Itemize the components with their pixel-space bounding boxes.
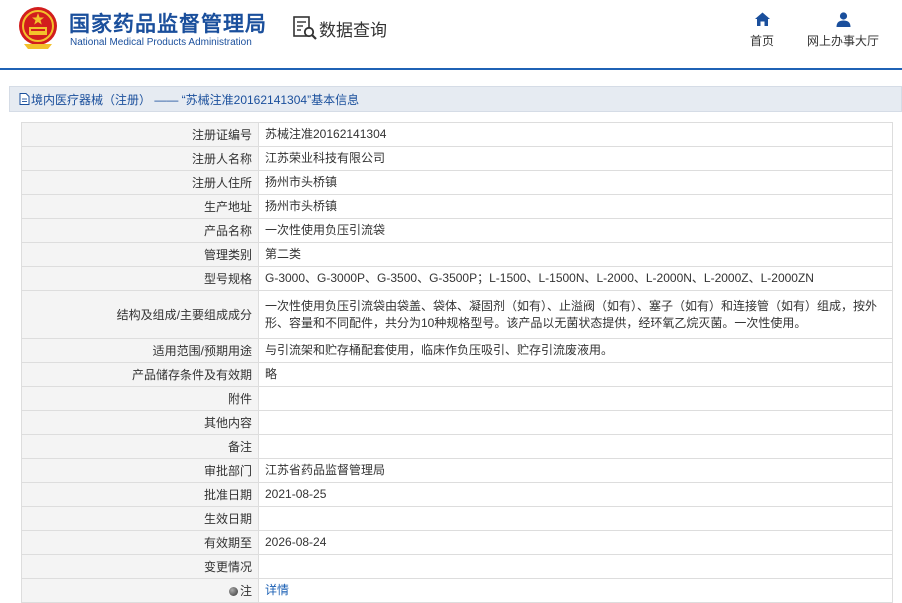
row-value: 第二类 [258,242,893,267]
row-label: 生效日期 [21,506,259,531]
org-name-en: National Medical Products Administration [70,37,252,48]
table-row: 变更情况 [21,554,893,579]
row-label: 型号规格 [21,266,259,291]
note-label: 注 [239,584,252,598]
row-value: 扬州市头桥镇 [258,170,893,195]
table-row: 附件 [21,386,893,411]
nav-home-label: 首页 [749,34,774,48]
row-value [258,410,893,435]
row-value [258,506,893,531]
row-label: 批准日期 [21,482,259,507]
registration-info-table: 注册证编号 苏械注准20162141304 注册人名称 江苏荣业科技有限公司 注册人… [21,122,893,603]
row-value: 江苏荣业科技有限公司 [258,146,893,171]
row-label: 有效期至 [21,530,259,555]
row-label: 产品储存条件及有效期 [21,362,259,387]
table-row: 其他内容 [21,410,893,435]
national-emblem-icon [19,7,57,49]
row-value: 2021-08-25 [258,482,893,507]
row-value: 略 [258,362,893,387]
table-row: 生效日期 [21,506,893,531]
row-value: 一次性使用负压引流袋 [258,218,893,243]
details-link[interactable]: 详情 [265,583,289,597]
table-row: 备注 [21,434,893,459]
row-label: 变更情况 [21,554,259,579]
row-value: G-3000、G-3000P、G-3500、G-3500P；L-1500、L-1… [258,266,893,291]
section-title: 数据查询 [319,20,387,41]
table-row: 结构及组成/主要组成成分 一次性使用负压引流袋由袋盖、袋体、凝固剂（如有）、止溢阀… [21,290,893,339]
note-value-cell: 详情 [258,578,893,603]
row-label: 适用范围/预期用途 [21,338,259,363]
row-label: 注册人名称 [21,146,259,171]
row-label: 生产地址 [21,194,259,219]
org-name-cn: 国家药品监督管理局 [69,12,267,36]
row-value: 一次性使用负压引流袋由袋盖、袋体、凝固剂（如有）、止溢阀（如有）、塞子（如有）和… [258,290,893,339]
row-value: 2026-08-24 [258,530,893,555]
bullet-icon [228,587,238,596]
table-row: 管理类别 第二类 [21,242,893,267]
user-icon [836,12,850,27]
data-query-title: 数据查询 [292,15,387,41]
document-search-icon [293,16,317,40]
row-label: 管理类别 [21,242,259,267]
row-label: 结构及组成/主要组成成分 [21,290,259,339]
breadcrumb: 境内医疗器械（注册） —— “苏械注准20162141304”基本信息 [9,86,902,112]
home-icon [754,12,770,26]
row-value [258,554,893,579]
table-row: 批准日期 2021-08-25 [21,482,893,507]
row-label: 审批部门 [21,458,259,483]
row-label: 注册人住所 [21,170,259,195]
row-label: 注册证编号 [21,122,259,147]
table-row: 产品储存条件及有效期略 [21,362,893,387]
table-row: 生产地址 扬州市头桥镇 [21,194,893,219]
document-icon [19,93,30,105]
table-row: 注册人住所 扬州市头桥镇 [21,170,893,195]
nav-online-service-hall[interactable]: 网上办事大厅 [800,11,886,49]
table-row: 注册证编号 苏械注准20162141304 [21,122,893,147]
table-row: 型号规格 G-3000、G-3000P、G-3500、G-3500P；L-1500… [21,266,893,291]
table-row: 有效期至 2026-08-24 [21,530,893,555]
row-value: 江苏省药品监督管理局 [258,458,893,483]
site-header: 国家药品监督管理局 National Medical Products Admi… [0,0,902,70]
table-row: 审批部门 江苏省药品监督管理局 [21,458,893,483]
table-row: 适用范围/预期用途 与引流架和贮存桶配套使用，临床作负压吸引、贮存引流废液用。 [21,338,893,363]
table-row: 注册人名称 江苏荣业科技有限公司 [21,146,893,171]
row-value: 扬州市头桥镇 [258,194,893,219]
row-label: 产品名称 [21,218,259,243]
row-value: 与引流架和贮存桶配套使用，临床作负压吸引、贮存引流废液用。 [258,338,893,363]
nav-home[interactable]: 首页 [741,11,783,49]
row-label: 备注 [21,434,259,459]
table-row: 产品名称 一次性使用负压引流袋 [21,218,893,243]
row-value [258,386,893,411]
row-label: 其他内容 [21,410,259,435]
breadcrumb-text: 境内医疗器械（注册） —— “苏械注准20162141304”基本信息 [31,92,360,107]
note-row: 注 详情 [21,578,893,603]
nav-online-service-hall-label: 网上办事大厅 [806,34,879,48]
row-label: 附件 [21,386,259,411]
row-value: 苏械注准20162141304 [258,122,893,147]
note-label-cell: 注 [21,578,259,603]
row-value [258,434,893,459]
